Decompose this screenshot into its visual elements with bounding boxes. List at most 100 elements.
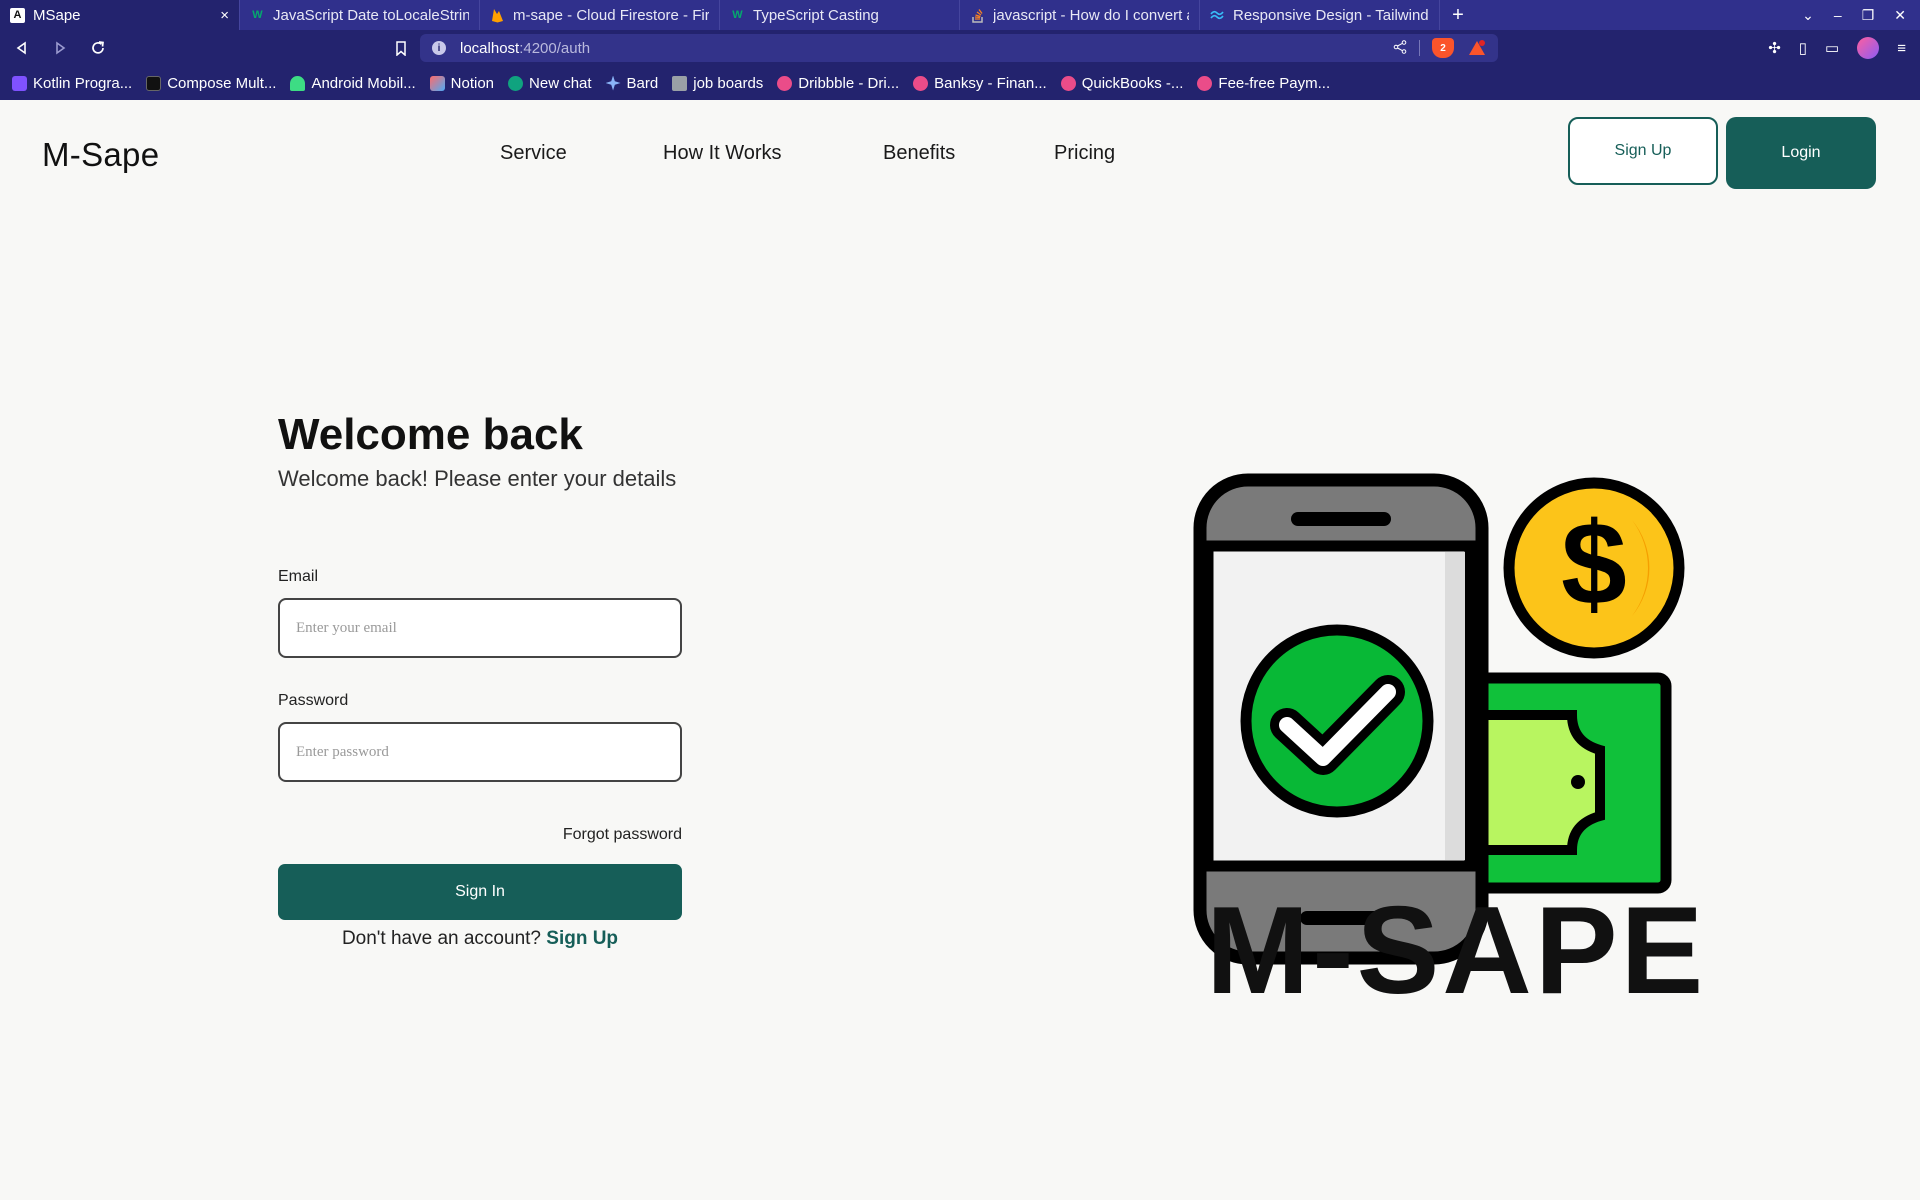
dribbble-icon xyxy=(913,75,929,91)
bookmark-new-chat[interactable]: New chat xyxy=(508,75,592,92)
forward-icon[interactable] xyxy=(44,33,76,63)
email-label: Email xyxy=(278,568,319,585)
tab-title: TypeScript Casting xyxy=(753,6,879,24)
bookmark-label: QuickBooks -... xyxy=(1081,74,1184,92)
minimize-icon[interactable]: – xyxy=(1834,7,1842,23)
page-subtitle: Welcome back! Please enter your details xyxy=(278,466,677,491)
dribbble-icon xyxy=(777,75,793,91)
bookmark-label: job boards xyxy=(693,74,764,92)
tab-title: Responsive Design - Tailwind xyxy=(1233,6,1429,24)
android-icon xyxy=(290,75,306,91)
bookmark-compose[interactable]: Compose Mult... xyxy=(146,75,276,92)
bookmark-job-boards[interactable]: job boards xyxy=(672,75,763,92)
bookmark-label: Fee-free Paym... xyxy=(1218,74,1331,92)
close-window-icon[interactable]: ✕ xyxy=(1894,7,1906,24)
chatgpt-icon xyxy=(508,75,524,91)
menu-icon[interactable]: ≡ xyxy=(1897,40,1906,57)
bookmark-fee-free[interactable]: Fee-free Paym... xyxy=(1197,75,1330,92)
bookmark-android[interactable]: Android Mobil... xyxy=(290,74,416,92)
dribbble-icon xyxy=(1060,75,1076,91)
bookmark-label: Banksy - Finan... xyxy=(934,74,1047,92)
sidebar-icon[interactable]: ▯ xyxy=(1799,39,1807,57)
page-title: Welcome back xyxy=(278,410,583,459)
bookmark-banksy[interactable]: Banksy - Finan... xyxy=(913,75,1047,92)
tab-title: JavaScript Date toLocaleStrin xyxy=(273,6,469,24)
browser-tab-strip: A MSape × W JavaScript Date toLocaleStri… xyxy=(0,0,1920,30)
browser-tab-date[interactable]: W JavaScript Date toLocaleStrin xyxy=(240,0,480,30)
bard-sparkle-icon xyxy=(605,75,621,91)
site-info-icon[interactable]: i xyxy=(432,41,446,55)
reload-icon[interactable] xyxy=(82,33,114,63)
login-form: Welcome back Welcome back! Please enter … xyxy=(278,410,682,949)
close-tab-icon[interactable]: × xyxy=(220,7,229,24)
bookmark-notion[interactable]: Notion xyxy=(429,74,495,92)
compose-icon xyxy=(146,75,162,91)
new-tab-button[interactable]: + xyxy=(1440,0,1476,30)
extensions-puzzle-icon[interactable]: ✣ xyxy=(1768,39,1781,57)
email-field[interactable] xyxy=(278,598,682,658)
checkmark-circle-icon xyxy=(1240,624,1434,818)
url-host: localhost xyxy=(460,39,520,57)
profile-avatar[interactable] xyxy=(1857,37,1880,59)
nav-service[interactable]: Service xyxy=(500,142,567,165)
kotlin-icon xyxy=(12,75,27,91)
address-bar-actions: 2 xyxy=(1393,38,1488,58)
tab-title: m-sape - Cloud Firestore - Fire xyxy=(513,6,709,24)
sign-in-button[interactable]: Sign In xyxy=(278,864,682,920)
bookmark-dribbble[interactable]: Dribbble - Dri... xyxy=(777,75,899,92)
divider xyxy=(1419,40,1420,56)
stackoverflow-icon xyxy=(970,8,985,23)
password-label: Password xyxy=(278,692,349,709)
signup-prompt: Don't have an account? Sign Up xyxy=(278,928,682,950)
bookmark-label: Kotlin Progra... xyxy=(33,74,133,92)
browser-tab-tailwind[interactable]: Responsive Design - Tailwind xyxy=(1200,0,1440,30)
password-field[interactable] xyxy=(278,722,682,782)
dollar-sign: $ xyxy=(1561,498,1627,630)
dollar-coin-icon: $ xyxy=(1503,477,1685,659)
bookmark-kotlin[interactable]: Kotlin Progra... xyxy=(12,75,132,92)
window-controls: ⌄ – ❐ ✕ xyxy=(1802,0,1920,30)
signup-link[interactable]: Sign Up xyxy=(546,928,618,949)
header-login-button[interactable]: Login xyxy=(1726,117,1876,189)
share-icon[interactable] xyxy=(1393,39,1407,57)
forgot-password-link[interactable]: Forgot password xyxy=(563,826,682,844)
angular-icon: A xyxy=(10,7,25,23)
app-page: M-Sape Service How It Works Benefits Pri… xyxy=(0,100,1920,1200)
bookmarks-bar: Kotlin Progra... Compose Mult... Android… xyxy=(0,66,1920,100)
bookmark-label: Bard xyxy=(626,74,659,92)
back-icon[interactable] xyxy=(6,33,38,63)
brave-shield-icon[interactable]: 2 xyxy=(1432,38,1454,58)
header-signup-button[interactable]: Sign Up xyxy=(1568,117,1718,185)
bookmark-label: Compose Mult... xyxy=(167,74,277,92)
wallet-icon[interactable]: ▭ xyxy=(1825,39,1839,57)
restore-icon[interactable]: ❐ xyxy=(1862,7,1875,24)
msape-wordmark: M-SAPE xyxy=(1206,882,1707,1020)
tab-title: MSape xyxy=(33,6,81,24)
tab-title: javascript - How do I convert a xyxy=(993,6,1189,24)
nav-pricing[interactable]: Pricing xyxy=(1054,142,1115,165)
bookmark-label: Dribbble - Dri... xyxy=(798,74,900,92)
browser-tab-typescript[interactable]: W TypeScript Casting xyxy=(720,0,960,30)
dribbble-icon xyxy=(1197,75,1213,91)
browser-tab-msape[interactable]: A MSape × xyxy=(0,0,240,30)
bookmark-quickbooks[interactable]: QuickBooks -... xyxy=(1060,74,1184,92)
url-path: :4200/auth xyxy=(519,39,591,57)
w3-icon: W xyxy=(252,9,263,21)
address-bar[interactable]: i localhost:4200/auth 2 xyxy=(420,34,1498,62)
extension-icons: ✣ ▯ ▭ ≡ xyxy=(1768,34,1920,62)
brave-rewards-icon[interactable] xyxy=(1466,38,1488,58)
bookmark-label: Android Mobil... xyxy=(311,74,416,92)
rocket-icon xyxy=(429,75,445,91)
bookmark-bard[interactable]: Bard xyxy=(605,74,659,92)
nav-benefits[interactable]: Benefits xyxy=(883,142,955,165)
tailwind-icon xyxy=(1210,8,1225,23)
browser-tab-firestore[interactable]: m-sape - Cloud Firestore - Fire xyxy=(480,0,720,30)
tab-search-chevron-icon[interactable]: ⌄ xyxy=(1802,7,1814,24)
nav-how-it-works[interactable]: How It Works xyxy=(663,142,782,165)
browser-tab-stackoverflow[interactable]: javascript - How do I convert a xyxy=(960,0,1200,30)
browser-toolbar: i localhost:4200/auth 2 ✣ ▯ ▭ ≡ xyxy=(0,30,1920,66)
folder-icon xyxy=(672,75,688,91)
w3-icon: W xyxy=(732,9,743,21)
bookmark-label: Notion xyxy=(450,74,495,92)
bookmark-page-icon[interactable] xyxy=(388,35,414,61)
